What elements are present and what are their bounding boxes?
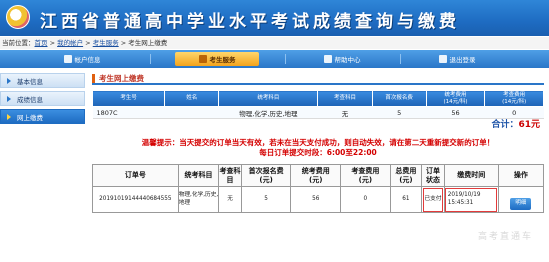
- payment-time-cell: 2019/10/19 15:45:31: [443, 186, 499, 213]
- order-col-header: 考查科目: [218, 164, 242, 187]
- operation-cell: 明细: [497, 186, 545, 213]
- site-title: 江西省普通高中学业水平考试成绩查询与缴费: [40, 12, 460, 32]
- breadcrumb-account-link[interactable]: 我的帐户: [57, 39, 83, 47]
- order-table-header: 订单号 统考科目 考查科目 首次报名费 (元) 统考费用 (元) 考查费用 (元…: [92, 164, 545, 187]
- registration-fee-cell: 5: [372, 106, 427, 119]
- unified-subjects-cell: 物理,化学,历史,地理: [218, 106, 318, 119]
- fee-col-header: 姓名: [164, 90, 220, 107]
- exam-subjects-cell: 无: [317, 106, 373, 119]
- sidebar-item-label: 基本信息: [17, 77, 43, 86]
- breadcrumb: 当前位置：首页 > 我的帐户 > 考生服务 > 考生网上缴费: [0, 37, 549, 49]
- arrow-icon: [7, 95, 11, 102]
- payment-hours-notice: 每日订单提交时段：6:00至22:00: [259, 148, 377, 157]
- order-col-header: 统考费用 (元): [290, 164, 342, 187]
- section-marker: [92, 73, 95, 83]
- total-label: 合计：: [491, 120, 519, 130]
- order-table: 订单号 统考科目 考查科目 首次报名费 (元) 统考费用 (元) 考查费用 (元…: [92, 164, 545, 213]
- order-col-header: 统考科目: [177, 164, 220, 187]
- arrow-icon: [7, 77, 11, 84]
- fee-col-header: 考查费用 (14元/科): [484, 90, 544, 107]
- unified-fee-cell: 56: [426, 106, 485, 119]
- emblem-logo: [6, 5, 30, 29]
- section-header: 考生网上缴费: [92, 73, 544, 85]
- user-icon: [63, 55, 72, 63]
- details-button[interactable]: 明细: [510, 198, 532, 210]
- nav-student-service[interactable]: 考生服务: [175, 52, 259, 66]
- watermark: 高考直通车: [477, 232, 533, 242]
- table-row: 1807C 物理,化学,历史,地理 无 5 56 0: [92, 106, 544, 119]
- sidebar-item-online-payment[interactable]: 网上缴费: [0, 109, 85, 124]
- order-exam-subjects-cell: 无: [218, 186, 242, 213]
- fee-col-header: 首次报名费: [371, 90, 427, 107]
- nav-divider: [400, 54, 401, 64]
- order-subjects-cell: 物理,化学,历史,地理: [177, 186, 220, 213]
- total-value: 61元: [518, 120, 540, 130]
- breadcrumb-separator: >: [83, 39, 93, 47]
- nav-divider: [150, 54, 151, 64]
- order-col-header: 首次报名费 (元): [240, 164, 292, 187]
- order-unified-fee-cell: 56: [290, 186, 342, 213]
- breadcrumb-separator: >: [47, 39, 58, 47]
- service-icon: [198, 55, 207, 63]
- order-status-cell: 已支付: [421, 186, 445, 213]
- site-banner: 江西省普通高中学业水平考试成绩查询与缴费: [0, 0, 549, 36]
- nav-item-label: 帐户信息: [74, 56, 101, 64]
- nav-account-info[interactable]: 帐户信息: [40, 52, 124, 66]
- fee-col-header: 统考科目: [218, 90, 319, 107]
- order-exam-fee-cell: 0: [340, 186, 391, 213]
- student-id-cell: 1807C: [92, 106, 165, 119]
- fee-table-header: 考生号 姓名 统考科目 考查科目 首次报名费 统考费用 (14元/科) 考查费用…: [91, 90, 544, 107]
- breadcrumb-service-link[interactable]: 考生服务: [93, 39, 119, 47]
- sidebar-item-label: 成绩信息: [17, 95, 43, 104]
- nav-help-center[interactable]: 帮助中心: [300, 52, 384, 66]
- breadcrumb-separator: >: [118, 39, 129, 47]
- sidebar-item-score-info[interactable]: 成绩信息: [0, 91, 85, 106]
- nav-logout[interactable]: 退出登录: [415, 52, 499, 66]
- section-title: 考生网上缴费: [99, 73, 144, 83]
- arrow-icon: [7, 113, 11, 120]
- top-nav: 帐户信息 考生服务 帮助中心 退出登录: [0, 50, 549, 68]
- order-col-header: 考查费用 (元): [340, 164, 391, 187]
- fee-col-header: 考生号: [91, 90, 166, 107]
- nav-item-label: 考生服务: [209, 56, 236, 64]
- logout-icon: [438, 55, 447, 63]
- order-col-header: 订单号: [92, 164, 179, 187]
- breadcrumb-current: 考生网上缴费: [128, 39, 168, 47]
- order-number-cell: 20191019144440684555: [92, 186, 179, 213]
- table-row: 20191019144440684555 物理,化学,历史,地理 无 5 56 …: [92, 186, 545, 213]
- nav-divider: [285, 54, 286, 64]
- breadcrumb-home-link[interactable]: 首页: [35, 39, 48, 47]
- total-amount: 合计：61元: [92, 119, 544, 132]
- breadcrumb-prefix: 当前位置：: [2, 39, 35, 47]
- fee-col-header: 考查科目: [317, 90, 373, 107]
- nav-item-label: 退出登录: [449, 56, 476, 64]
- sidebar-item-label: 网上缴费: [17, 113, 43, 122]
- fee-col-header: 统考费用 (14元/科): [425, 90, 486, 107]
- fee-table: 考生号 姓名 统考科目 考查科目 首次报名费 统考费用 (14元/科) 考查费用…: [91, 90, 544, 119]
- sidebar-item-basic-info[interactable]: 基本信息: [0, 73, 85, 88]
- order-col-header: 操作: [497, 164, 545, 187]
- order-registration-fee-cell: 5: [240, 186, 292, 213]
- main-content: 考生网上缴费 考生号 姓名 统考科目 考查科目 首次报名费 统考费用 (14元/…: [91, 73, 545, 262]
- name-cell: [164, 106, 219, 119]
- order-total-cell: 61: [389, 186, 423, 213]
- order-col-header: 缴费时间: [443, 164, 499, 187]
- order-col-header: 总费用 (元): [389, 164, 423, 187]
- page: 江西省普通高中学业水平考试成绩查询与缴费 当前位置：首页 > 我的帐户 > 考生…: [0, 0, 549, 262]
- sidebar: 基本信息 成绩信息 网上缴费: [0, 73, 85, 127]
- payment-notice: 温馨提示：当天提交的订单当天有效，若未在当天支付成功，则自动失效，请在第二天重新…: [141, 138, 495, 147]
- exam-fee-cell: 0: [484, 106, 544, 119]
- help-icon: [323, 55, 332, 63]
- nav-item-label: 帮助中心: [334, 56, 361, 64]
- order-col-header: 订单 状态: [421, 164, 445, 187]
